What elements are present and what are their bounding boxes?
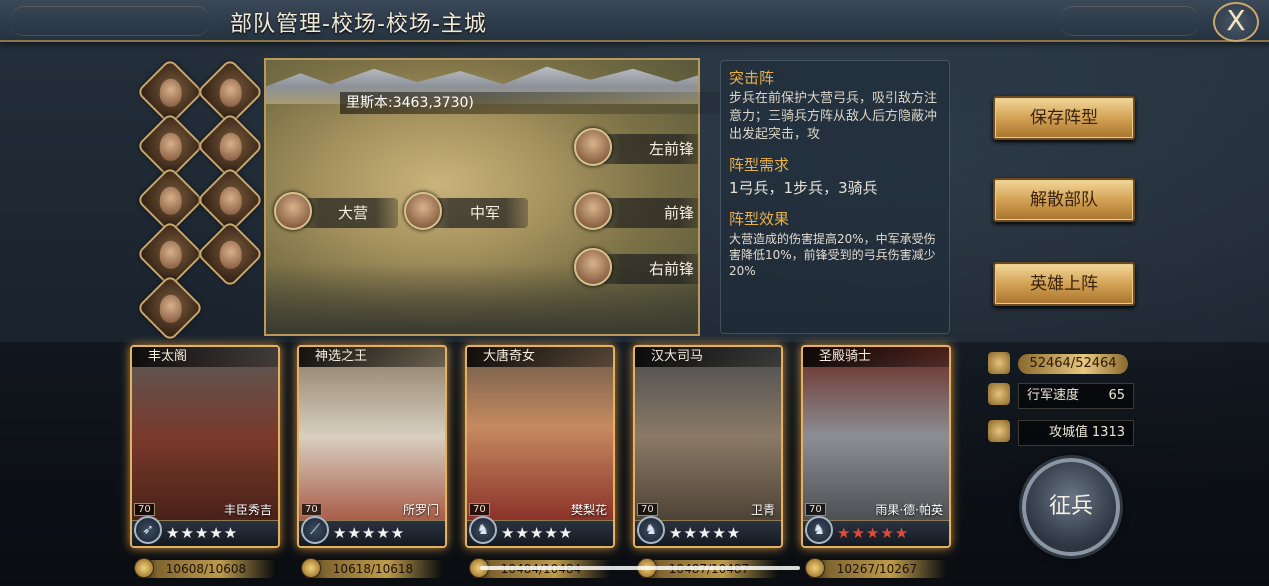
effect-value: 大营造成的伤害提高20%，中军承受伤害降低10%，前锋受到的弓兵伤害减少20% [729,232,936,278]
formation-info-panel: 突击阵 步兵在前保护大营弓兵，吸引敌方注意力；三骑兵方阵从敌人后方隐蔽冲出发起突… [720,60,950,334]
hero-stars: ★★★★★ [501,524,574,542]
hero-portrait-icon [159,78,182,107]
march-speed-icon [988,383,1010,405]
helmet-icon [301,558,321,578]
main-camp-avatar [274,192,312,230]
formation-name: 突击阵 [729,69,775,87]
hero-stars: ★★★★★ [669,524,742,542]
hero-level: 70 [469,503,490,516]
slot-label: 左前锋 [648,140,694,158]
march-speed-label: 行军速度 [1027,388,1080,403]
vanguard-avatar [574,192,612,230]
hero-level: 70 [805,503,826,516]
slot-label: 中军 [469,204,500,222]
requirement-value: 1弓兵，1步兵，3骑兵 [729,179,878,197]
formation-description: 步兵在前保护大营弓兵，吸引敌方注意力；三骑兵方阵从敌人后方隐蔽冲出发起突击，攻 [729,91,938,142]
hero-stars: ★★★★★ [333,524,406,542]
total-troops-value: 52464/52464 [1018,354,1128,374]
save-formation-button[interactable]: 保存阵型 [993,96,1135,140]
hero-card-4[interactable]: 汉大司马 70 卫青 ★★★★★ ♞ [633,345,783,548]
hero-level: 70 [134,503,155,516]
slot-label: 大营 [337,204,368,222]
map-coordinate: 里斯本:3463,3730) [340,92,720,114]
troop-count-2: 10618/10618 [301,558,443,578]
hero-portrait-icon [219,132,242,161]
hero-selection-grid [136,58,264,342]
siege-value: 1313 [1091,425,1125,440]
page-title: 部队管理-校场-校场-主城 [230,12,487,37]
slot-label: 右前锋 [648,260,694,278]
hero-level: 70 [301,503,322,516]
castle-icon [988,420,1010,442]
bow-icon: ➶ [134,516,162,544]
troop-count-1: 10608/10608 [134,558,276,578]
slot-label: 前锋 [663,204,694,222]
hero-card-2[interactable]: 神选之王 70 所罗门 ★★★★★ ⟋ [297,345,447,548]
hero-title: 圣殿骑士 [803,347,949,367]
title-bar: 部队管理-校场-校场-主城 X [0,0,1269,42]
troop-value: 10608/10608 [165,562,247,576]
helmet-icon [805,558,825,578]
hero-stars: ★★★★★ [837,524,910,542]
hero-portrait-icon [159,240,182,269]
close-button[interactable]: X [1213,2,1259,42]
center-army-avatar [404,192,442,230]
hero-card-5[interactable]: 圣殿骑士 70 雨果·德·帕英 ★★★★★ ♞ [801,345,951,548]
requirement-title: 阵型需求 [729,156,790,174]
helmet-icon [134,558,154,578]
troop-count-5: 10267/10267 [805,558,947,578]
hero-portrait-icon [219,78,242,107]
hero-level: 70 [637,503,658,516]
hero-name: 丰臣秀吉 [223,503,272,517]
siege-box: 攻城值 1313 [1018,420,1134,446]
hero-name: 雨果·德·帕英 [875,503,943,517]
horse-icon: ♞ [805,516,833,544]
march-speed-value: 65 [1108,388,1125,403]
deploy-hero-button[interactable]: 英雄上阵 [993,262,1135,306]
hero-name: 所罗门 [402,503,439,517]
hero-card-1[interactable]: 丰太阁 70 丰臣秀吉 ★★★★★ ➶ [130,345,280,548]
left-vanguard-avatar [574,128,612,166]
hero-stars: ★★★★★ [166,524,239,542]
horse-icon: ♞ [637,516,665,544]
hero-portrait-icon [159,132,182,161]
troop-value: 10618/10618 [332,562,414,576]
ornament-left [10,6,210,36]
spear-icon: ⟋ [301,516,329,544]
hero-thumb-9[interactable] [136,274,204,342]
hero-card-3[interactable]: 大唐奇女 70 樊梨花 ★★★★★ ♞ [465,345,615,548]
troop-value: 10267/10267 [836,562,918,576]
hero-title: 神选之王 [299,347,445,367]
march-speed-box: 行军速度 65 [1018,383,1134,409]
hero-title: 汉大司马 [635,347,781,367]
hero-portrait-icon [219,240,242,269]
ornament-right [1059,6,1199,36]
hero-name: 卫青 [750,503,775,517]
hero-title: 大唐奇女 [467,347,613,367]
home-indicator [480,566,800,570]
hero-portrait-icon [159,294,182,323]
effect-title: 阵型效果 [729,210,790,228]
helmet-icon [988,352,1010,374]
recruit-button[interactable]: 征兵 [1022,458,1120,556]
siege-label: 攻城值 [1049,425,1089,440]
disband-troop-button[interactable]: 解散部队 [993,178,1135,222]
right-vanguard-avatar [574,248,612,286]
hero-name: 樊梨花 [570,503,607,517]
hero-title: 丰太阁 [132,347,278,367]
hero-portrait-icon [159,186,182,215]
horse-icon: ♞ [469,516,497,544]
hero-portrait-icon [219,186,242,215]
